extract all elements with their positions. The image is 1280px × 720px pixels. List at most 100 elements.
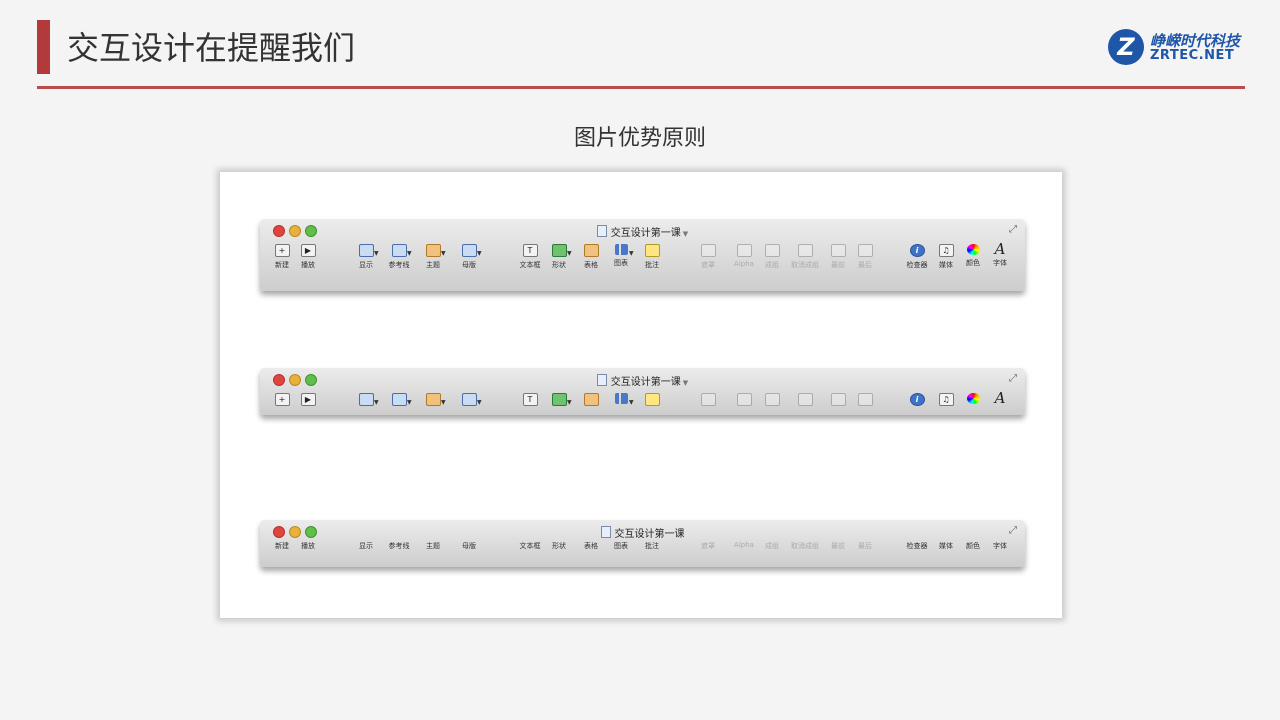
toolbar-button-group[interactable]: [757, 393, 787, 406]
toolbar-button-comment[interactable]: [637, 393, 667, 406]
toolbar-button-inspector[interactable]: i 检查器: [902, 244, 932, 270]
window-title-text: 交互设计第一课: [610, 228, 681, 239]
toolbar-button-chart[interactable]: 图表: [606, 541, 636, 551]
toolbar-button-front[interactable]: 最前: [823, 541, 853, 551]
toolbar-button-front[interactable]: [823, 393, 853, 406]
toolbar-button-play[interactable]: ▶: [293, 393, 323, 406]
ungroup-icon: [797, 244, 813, 257]
toolbar-button-themes[interactable]: 主题: [418, 541, 448, 551]
color-wheel-icon: [966, 244, 980, 255]
chevron-down-icon[interactable]: ▼: [683, 379, 688, 387]
toolbar-button-comment[interactable]: 批注: [637, 541, 667, 551]
toolbar-button-media[interactable]: ♫ 媒体: [931, 244, 961, 270]
toolbar-button-table[interactable]: 表格: [576, 541, 606, 551]
toolbar-button-textbox[interactable]: T: [515, 393, 545, 406]
toolbar-label-front: 最前: [831, 542, 845, 550]
toolbar-label-inspector: 检查器: [906, 261, 928, 269]
toolbar-button-back[interactable]: [850, 393, 880, 406]
toolbar-label-view: 显示: [359, 542, 373, 550]
toolbar-button-ungroup[interactable]: [790, 393, 820, 406]
toolbar-button-fonts[interactable]: A: [985, 389, 1015, 407]
toolbar-button-chart[interactable]: ▼ 图表: [606, 244, 636, 268]
toolbar-button-shapes[interactable]: ▼ 形状: [544, 244, 574, 270]
toolbar-button-colors[interactable]: [958, 393, 988, 404]
comment-icon: [644, 393, 660, 406]
chart-icon: [614, 244, 628, 255]
shapes-icon: [551, 244, 567, 257]
toolbar-button-view[interactable]: ▼ 显示: [351, 244, 381, 270]
toolbar-button-comment[interactable]: 批注: [637, 244, 667, 270]
toolbar-button-play[interactable]: 播放: [293, 541, 323, 551]
toolbar-button-masters[interactable]: 母版: [454, 541, 484, 551]
toolbar-label-play: 播放: [301, 542, 315, 550]
toolbar-button-themes[interactable]: ▼: [418, 393, 448, 406]
toolbar-label-inspector: 检查器: [906, 542, 928, 550]
dropdown-caret-icon: ▼: [374, 250, 379, 257]
toolbar-button-fonts[interactable]: 字体: [985, 541, 1015, 551]
toolbar-button-ungroup[interactable]: 取消成组: [790, 541, 820, 551]
toolbar-button-textbox[interactable]: T 文本框: [515, 244, 545, 270]
toolbar-button-group[interactable]: 成组: [757, 541, 787, 551]
play-icon: ▶: [300, 244, 316, 257]
toolbar-button-shapes[interactable]: ▼: [544, 393, 574, 406]
toolbar-label-media: 媒体: [939, 261, 953, 269]
toolbar-label-colors: 颜色: [966, 259, 980, 267]
toolbar-button-media[interactable]: 媒体: [931, 541, 961, 551]
toolbar-button-guides[interactable]: ▼ 参考线: [384, 244, 414, 270]
toolbar-button-chart[interactable]: ▼: [606, 393, 636, 406]
fullscreen-icon[interactable]: ⤢: [1009, 373, 1017, 384]
fullscreen-icon[interactable]: ⤢: [1009, 525, 1017, 536]
toolbar-button-fonts[interactable]: A 字体: [985, 240, 1015, 268]
mask-icon: [700, 244, 716, 257]
toolbar-button-guides[interactable]: 参考线: [384, 541, 414, 551]
toolbar-button-alpha[interactable]: Alpha: [729, 541, 759, 549]
toolbar-label-back: 最后: [858, 542, 872, 550]
toolbar-button-mask[interactable]: [693, 393, 723, 406]
toolbar-button-view[interactable]: 显示: [351, 541, 381, 551]
toolbar-button-guides[interactable]: ▼: [384, 393, 414, 406]
view-icon: [358, 393, 374, 406]
toolbar-button-alpha[interactable]: [729, 393, 759, 406]
toolbar-label-shapes: 形状: [552, 542, 566, 550]
toolbar-button-alpha[interactable]: Alpha: [729, 244, 759, 268]
toolbar-button-table[interactable]: 表格: [576, 244, 606, 270]
fullscreen-icon[interactable]: ⤢: [1009, 224, 1017, 235]
toolbar-button-group[interactable]: 成组: [757, 244, 787, 270]
toolbar-label-textbox: 文本框: [519, 542, 541, 550]
toolbar-button-colors[interactable]: 颜色: [958, 541, 988, 551]
toolbar-button-front[interactable]: 最前: [823, 244, 853, 270]
toolbar-button-mask[interactable]: 遮罩: [693, 244, 723, 270]
send-back-icon: [857, 393, 873, 406]
themes-icon: [425, 244, 441, 257]
toolbar-button-inspector[interactable]: 检查器: [902, 541, 932, 551]
toolbar-label-guides: 参考线: [388, 261, 410, 269]
toolbar-button-ungroup[interactable]: 取消成组: [790, 244, 820, 270]
toolbar-button-view[interactable]: ▼: [351, 393, 381, 406]
toolbar-label-back: 最后: [858, 261, 872, 269]
font-icon: A: [994, 240, 1006, 258]
toolbar-button-colors[interactable]: 颜色: [958, 244, 988, 268]
chevron-down-icon[interactable]: ▼: [683, 230, 688, 238]
toolbar-label-fonts: 字体: [993, 542, 1007, 550]
toolbar-button-back[interactable]: 最后: [850, 244, 880, 270]
toolbar-icons-and-text: 交互设计第一课 ▼ ⤢ + 新建 ▶ 播放 ▼ 显示 ▼ 参考线 ▼ 主题 ▼ 母版 T 文本框 ▼ 形状 表格 ▼ 图表…: [260, 219, 1025, 291]
toolbar-button-back[interactable]: 最后: [850, 541, 880, 551]
toolbar-label-mask: 遮罩: [701, 261, 715, 269]
dropdown-caret-icon: ▼: [407, 399, 412, 406]
toolbar-button-play[interactable]: ▶ 播放: [293, 244, 323, 270]
toolbar-button-masters[interactable]: ▼: [454, 393, 484, 406]
font-icon: A: [994, 389, 1006, 407]
toolbar-button-media[interactable]: ♫: [931, 393, 961, 406]
table-icon: [583, 244, 599, 257]
toolbar-button-textbox[interactable]: 文本框: [515, 541, 545, 551]
toolbar-button-table[interactable]: [576, 393, 606, 406]
plus-icon: +: [274, 244, 290, 257]
toolbar-button-shapes[interactable]: 形状: [544, 541, 574, 551]
toolbar-button-inspector[interactable]: i: [902, 393, 932, 406]
toolbar-label-comment: 批注: [645, 542, 659, 550]
toolbar-button-themes[interactable]: ▼ 主题: [418, 244, 448, 270]
toolbar-label-alpha: Alpha: [734, 260, 754, 268]
toolbar-button-mask[interactable]: 遮罩: [693, 541, 723, 551]
title-accent-bar: [37, 20, 50, 74]
toolbar-button-masters[interactable]: ▼ 母版: [454, 244, 484, 270]
